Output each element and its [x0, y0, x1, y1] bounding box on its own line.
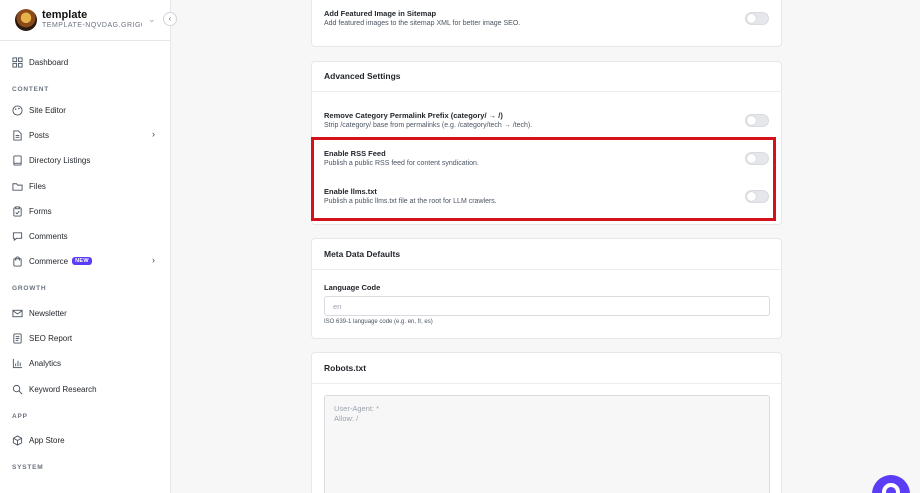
sidebar-item-label: Keyword Research: [29, 384, 97, 394]
sidebar-item-label: Files: [29, 181, 46, 191]
language-code-label: Language Code: [324, 283, 381, 292]
section-label-app: APP: [12, 413, 28, 420]
palette-icon: [12, 104, 23, 116]
sidebar-item-label: Newsletter: [29, 308, 67, 318]
site-name: template: [42, 9, 88, 21]
sidebar-item-label: Analytics: [29, 358, 62, 368]
llms-txt-toggle[interactable]: [745, 190, 769, 203]
meta-defaults-card: Meta Data Defaults Language Code ISO 639…: [311, 238, 782, 339]
main-content: Add Featured Image in Sitemap Add featur…: [172, 0, 920, 493]
setting-title: Enable llms.txt: [324, 187, 377, 196]
new-badge: NEW: [72, 257, 92, 265]
clipboard-icon: [13, 205, 22, 217]
sidebar-item-label: Commerce: [29, 256, 69, 266]
toggle-knob: [747, 154, 756, 163]
advanced-settings-card: Advanced Settings Remove Category Permal…: [311, 61, 782, 225]
chevron-right-icon: ›: [152, 255, 155, 265]
toggle-knob: [747, 14, 756, 23]
card-divider: [312, 269, 781, 270]
mail-icon: [12, 309, 23, 317]
section-label-content: CONTENT: [12, 86, 50, 93]
search-icon: [12, 384, 23, 394]
sidebar-item-label: SEO Report: [29, 333, 73, 343]
sidebar-item-files[interactable]: Files: [12, 177, 159, 195]
bag-icon: [13, 255, 22, 267]
language-code-help: ISO 639-1 language code (e.g. en, fr, es…: [324, 319, 433, 325]
site-slug: TEMPLATE-NQVDAG.GRIGOR...: [42, 22, 142, 29]
chat-icon: [882, 483, 900, 493]
sidebar-item-comments[interactable]: Comments: [12, 227, 159, 245]
book-icon: [13, 154, 22, 166]
sidebar-item-label: Posts: [29, 130, 50, 140]
chevron-down-icon: ⌄: [148, 14, 156, 24]
setting-description: Publish a public llms.txt file at the ro…: [324, 198, 497, 205]
setting-title: Remove Category Permalink Prefix (catego…: [324, 111, 503, 120]
collapse-sidebar-button[interactable]: ‹: [163, 12, 177, 26]
rss-feed-toggle[interactable]: [745, 152, 769, 165]
sidebar-item-keyword-research[interactable]: Keyword Research: [12, 380, 159, 398]
sidebar-item-dashboard[interactable]: Dashboard: [12, 53, 159, 71]
sidebar-item-forms[interactable]: Forms: [12, 202, 159, 220]
sidebar-item-label: Forms: [29, 206, 52, 216]
card-title: Robots.txt: [324, 363, 367, 373]
report-icon: [13, 332, 22, 344]
document-icon: [13, 129, 22, 141]
card-title: Advanced Settings: [324, 71, 401, 81]
setting-description: Strip /category/ base from permalinks (e…: [324, 122, 533, 129]
robots-txt-textarea[interactable]: [324, 395, 770, 493]
toggle-knob: [747, 116, 756, 125]
setting-description: Publish a public RSS feed for content sy…: [324, 160, 479, 167]
card-title: Meta Data Defaults: [324, 249, 401, 259]
chevron-right-icon: ›: [152, 129, 155, 139]
folder-icon: [12, 182, 23, 191]
sidebar: template TEMPLATE-NQVDAG.GRIGOR... ⌄ Das…: [0, 0, 171, 493]
card-divider: [312, 91, 781, 92]
site-switcher[interactable]: template TEMPLATE-NQVDAG.GRIGOR... ⌄: [0, 0, 170, 41]
setting-title: Add Featured Image in Sitemap: [324, 9, 437, 18]
app-root: template TEMPLATE-NQVDAG.GRIGOR... ⌄ Das…: [0, 0, 920, 493]
sidebar-item-label: Comments: [29, 231, 68, 241]
sidebar-item-commerce[interactable]: Commerce NEW ›: [12, 252, 159, 270]
sidebar-item-seo-report[interactable]: SEO Report: [12, 329, 159, 347]
sidebar-item-newsletter[interactable]: Newsletter: [12, 304, 159, 322]
card-divider: [312, 383, 781, 384]
comment-icon: [12, 231, 23, 241]
sidebar-item-label: Directory Listings: [29, 155, 91, 165]
robots-txt-card: Robots.txt: [311, 352, 782, 493]
sidebar-item-site-editor[interactable]: Site Editor: [12, 101, 159, 119]
sidebar-item-posts[interactable]: Posts ›: [12, 126, 159, 144]
section-label-growth: GROWTH: [12, 285, 47, 292]
sidebar-item-label: App Store: [29, 435, 65, 445]
sidebar-item-app-store[interactable]: App Store: [12, 431, 159, 449]
remove-category-prefix-toggle[interactable]: [745, 114, 769, 127]
package-icon: [12, 434, 23, 446]
sidebar-item-analytics[interactable]: Analytics: [12, 354, 159, 372]
sitemap-settings-card: Add Featured Image in Sitemap Add featur…: [311, 0, 782, 47]
chart-icon: [12, 358, 23, 368]
sidebar-item-label: Site Editor: [29, 105, 66, 115]
section-label-system: SYSTEM: [12, 464, 44, 471]
setting-title: Enable RSS Feed: [324, 149, 386, 158]
dashboard-icon: [12, 56, 23, 68]
featured-image-sitemap-toggle[interactable]: [745, 12, 769, 25]
toggle-knob: [747, 192, 756, 201]
site-avatar: [15, 9, 37, 31]
language-code-input[interactable]: [324, 296, 770, 316]
sidebar-item-label: Dashboard: [29, 57, 69, 67]
setting-description: Add featured images to the sitemap XML f…: [324, 20, 521, 27]
sidebar-item-directory-listings[interactable]: Directory Listings: [12, 151, 159, 169]
